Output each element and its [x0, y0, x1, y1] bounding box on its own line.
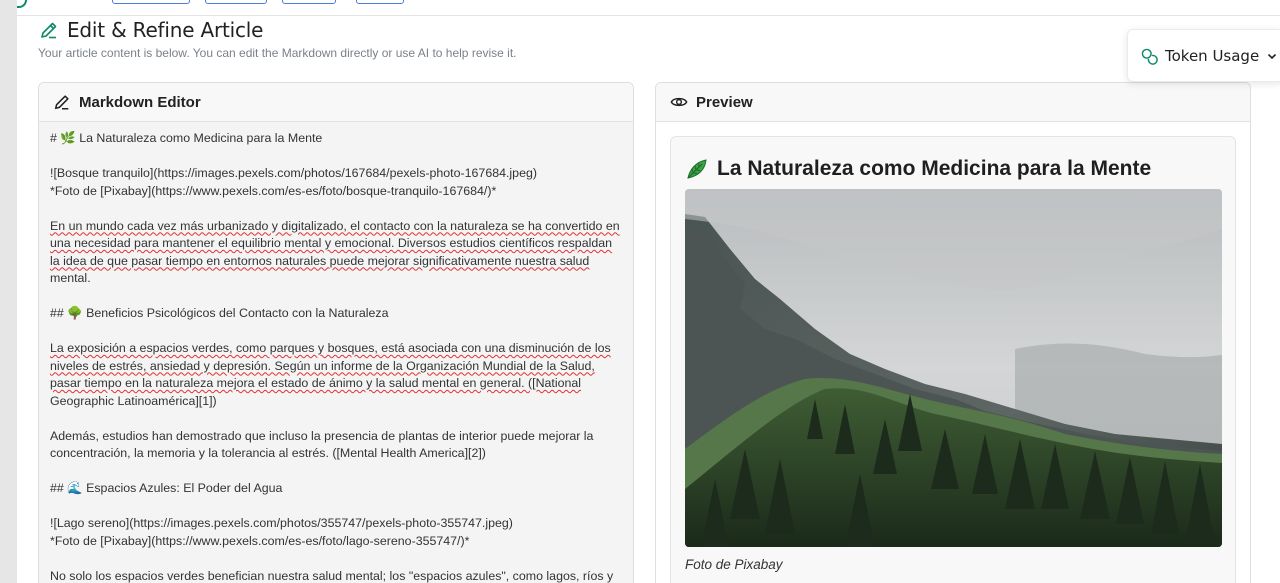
chevron-down-icon [1268, 53, 1277, 59]
editor-line: ## 🌳 Beneficios Psicológicos del Contact… [50, 306, 389, 320]
editor-line: No solo los espacios verdes benefician n… [50, 568, 614, 583]
preview-content: La Naturaleza como Medicina para la Ment… [670, 136, 1236, 583]
token-usage-label: Token Usage [1165, 46, 1260, 65]
image-caption: Foto de Pixabay [685, 557, 783, 572]
editor-line: ## 🌊 Espacios Azules: El Poder del Agua [50, 481, 283, 495]
page-subtitle: Your article content is below. You can e… [38, 46, 517, 60]
editor-line: ![Bosque tranquilo](https://images.pexel… [50, 166, 537, 180]
editor-line: *Foto de [Pixabay](https://www.pexels.co… [50, 533, 470, 548]
coins-icon [1141, 48, 1158, 65]
logo-icon [17, 0, 27, 8]
article-title-text: La Naturaleza como Medicina para la Ment… [717, 157, 1152, 180]
editor-line: Además, estudios han demostrado que incl… [50, 428, 594, 443]
pencil-icon [41, 22, 57, 39]
leaf-icon [687, 159, 707, 179]
page-heading: Edit & Refine Article [39, 17, 263, 43]
nav-button-1[interactable] [112, 0, 190, 4]
editor-line: una necesidad para mantener el equilibri… [50, 236, 613, 250]
page: Edit & Refine Article Your article conte… [17, 0, 1280, 583]
eye-icon [670, 97, 688, 107]
editor-header: Markdown Editor [39, 83, 633, 122]
editor-line: En un mundo cada vez más urbanizado y di… [50, 218, 620, 233]
editor-line: La exposición a espacios verdes, como pa… [50, 341, 611, 355]
markdown-textarea[interactable]: # 🌿 La Naturaleza como Medicina para la … [39, 122, 633, 583]
editor-line: # 🌿 La Naturaleza como Medicina para la … [50, 131, 323, 145]
preview-title: Preview [696, 93, 753, 111]
article-title: La Naturaleza como Medicina para la Ment… [685, 157, 1221, 181]
top-navbar [17, 0, 1280, 16]
preview-panel: Preview La Naturaleza como Medicina para… [655, 82, 1251, 583]
preview-header: Preview [656, 83, 1250, 122]
editor-line: concentración, la memoria y la toleranci… [50, 446, 486, 460]
editor-line: Geographic Latinoamérica][1]) [50, 393, 217, 408]
token-usage-dropdown[interactable]: Token Usage [1127, 29, 1280, 82]
editor-title: Markdown Editor [79, 93, 201, 111]
editor-line: ![Lago sereno](https://images.pexels.com… [50, 516, 513, 530]
page-title: Edit & Refine Article [67, 18, 264, 42]
markdown-editor-panel: Markdown Editor # 🌿 La Naturaleza como M… [38, 82, 634, 583]
editor-line: mental. [50, 271, 91, 285]
editor-line: *Foto de [Pixabay](https://www.pexels.co… [50, 183, 497, 198]
nav-button-4[interactable] [356, 0, 404, 4]
editor-line: la idea de que pasar tiempo en entornos … [50, 253, 590, 268]
pencil-icon [54, 95, 69, 110]
editor-line: niveles de estrés, ansiedad y depresión.… [50, 358, 595, 373]
nav-button-3[interactable] [282, 0, 336, 4]
forest-mountain-image [685, 189, 1222, 547]
editor-line: pasar tiempo en la naturaleza mejora el … [50, 376, 582, 390]
nav-button-2[interactable] [205, 0, 267, 4]
